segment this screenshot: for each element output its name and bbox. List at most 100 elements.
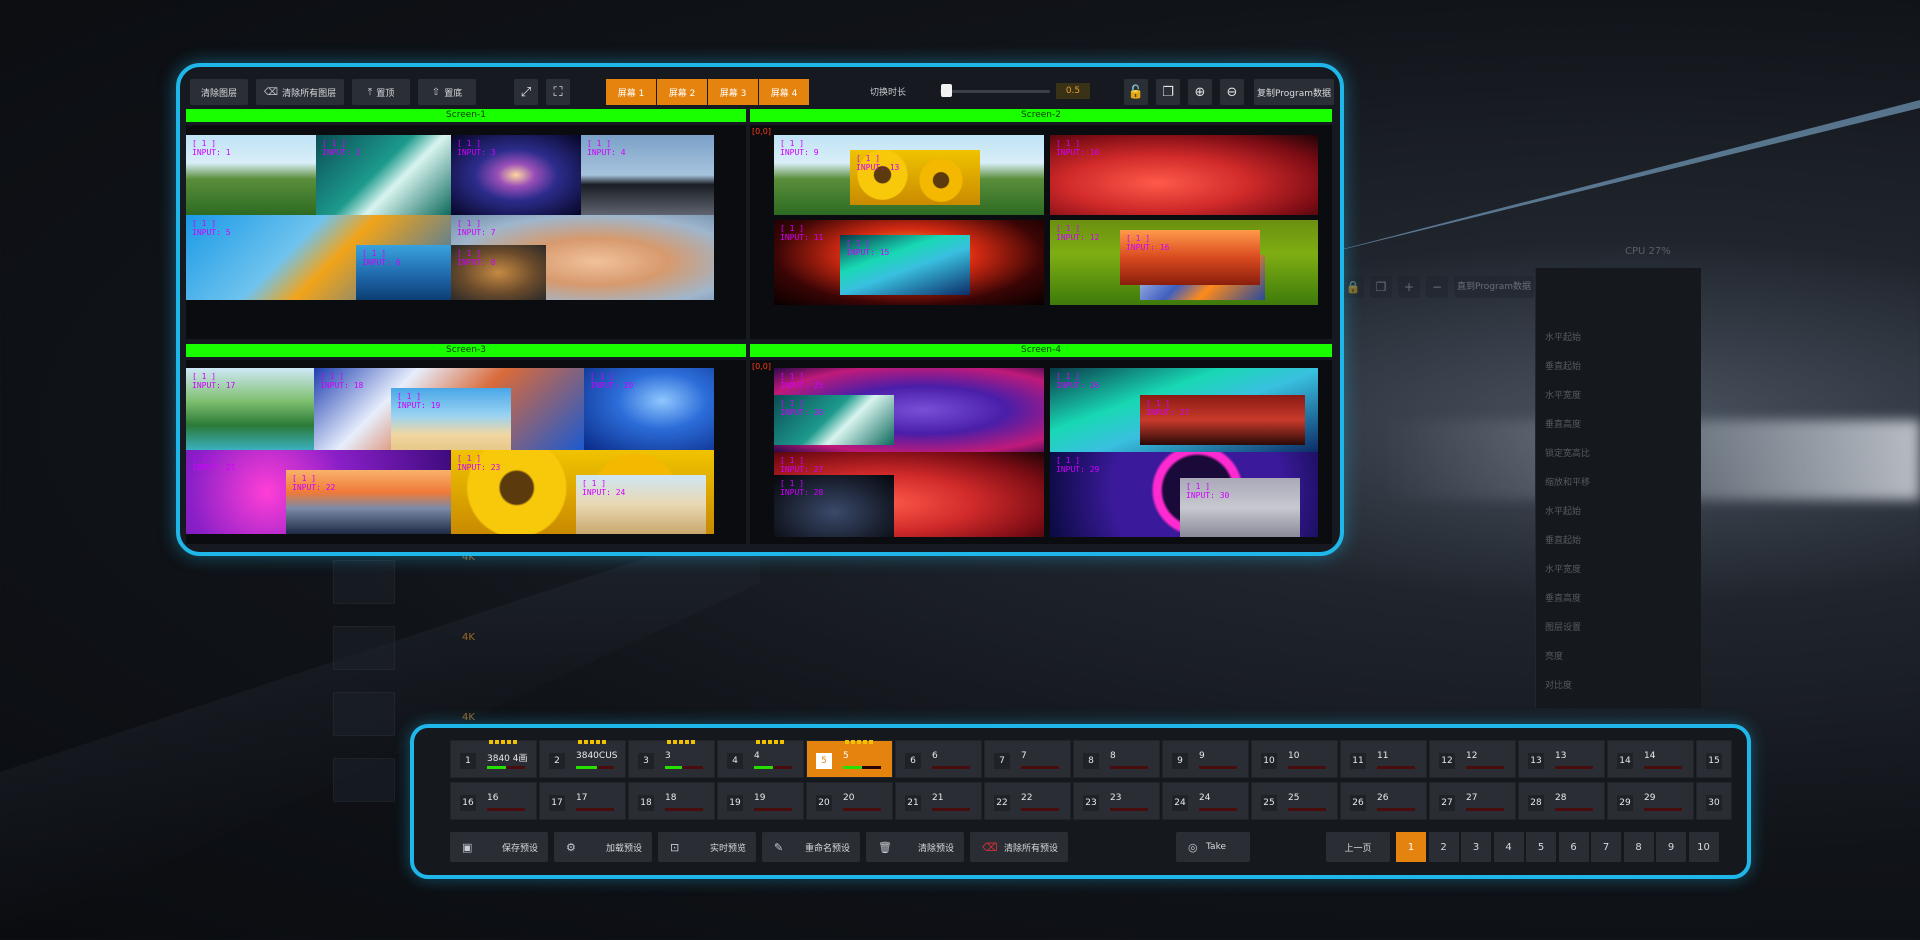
page-7-button[interactable]: 7 (1591, 832, 1621, 862)
page-2-button[interactable]: 2 (1428, 832, 1459, 862)
take-button[interactable]: ◎ Take (1176, 832, 1250, 862)
preset-cell[interactable]: 66 (895, 740, 982, 778)
input-layer[interactable]: [ 1 ] INPUT: 2 (316, 135, 451, 215)
preset-cell[interactable]: 29 29 (1607, 782, 1694, 820)
input-layer[interactable]: [ 1 ] INPUT: 3 (451, 135, 581, 215)
send-back-button[interactable]: ⇧ 置底 (418, 79, 476, 105)
input-layer[interactable]: [ 1 ] INPUT: 15 (840, 235, 970, 295)
input-layer[interactable]: [ 1 ] INPUT: 28 (774, 475, 894, 537)
preset-cell[interactable]: 20 20 (806, 782, 893, 820)
preset-cell[interactable]: 55 (806, 740, 893, 778)
page-5-button[interactable]: 5 (1526, 832, 1556, 862)
screen-1-canvas[interactable]: [ 1 ] INPUT: 1[ 1 ] INPUT: 2[ 1 ] INPUT: 3[… (186, 125, 746, 339)
screen-1-button[interactable]: 屏幕 1 (606, 79, 656, 105)
input-layer[interactable]: [ 1 ] INPUT: 17 (186, 368, 316, 450)
input-layer[interactable]: [ 1 ] INPUT: 4 (581, 135, 714, 215)
input-layer[interactable]: [ 1 ] INPUT: 8 (451, 245, 546, 300)
preset-cell[interactable]: 25 25 (1251, 782, 1338, 820)
layer-tag: [ 1 ] (780, 399, 805, 408)
preset-cell[interactable]: 19 19 (717, 782, 804, 820)
screen-2-button[interactable]: 屏幕 2 (657, 79, 707, 105)
preset-cell[interactable]: 28 28 (1518, 782, 1605, 820)
preset-cell[interactable]: 27 27 (1429, 782, 1516, 820)
preset-cell[interactable]: 30 (1696, 782, 1732, 820)
load-preset-button[interactable]: ⚙ 加载预设 (554, 832, 652, 862)
switch-duration-slider[interactable] (940, 90, 1050, 93)
prev-page-button[interactable]: 上一页 (1326, 832, 1390, 862)
preset-cell[interactable]: 23 23 (1073, 782, 1160, 820)
preset-cell[interactable]: 77 (984, 740, 1071, 778)
page-10-button[interactable]: 10 (1688, 832, 1719, 862)
preset-cell[interactable]: 16 16 (450, 782, 537, 820)
input-layer[interactable]: [ 1 ] INPUT: 22 (286, 470, 456, 534)
preset-cell[interactable]: 15 (1696, 740, 1732, 778)
preset-name: 4 (754, 751, 760, 761)
input-layer[interactable]: [ 1 ] INPUT: 10 (1050, 135, 1318, 215)
preset-number: 14 (1617, 753, 1633, 769)
lock-icon[interactable]: 🔓 (1124, 79, 1148, 105)
preset-cell[interactable]: 2 3840CUS (539, 740, 626, 778)
preset-cell[interactable]: 33 (628, 740, 715, 778)
fit-icon[interactable]: ⤢ (514, 79, 538, 105)
preset-cell[interactable]: 17 17 (539, 782, 626, 820)
page-6-button[interactable]: 6 (1558, 832, 1589, 862)
layer-label: [ 1 ] INPUT: 23 (457, 454, 500, 472)
preset-number: 2 (549, 753, 565, 769)
input-layer[interactable]: [ 1 ] INPUT: 27 (1140, 395, 1305, 445)
bring-front-button[interactable]: ⤒ 置顶 (352, 79, 410, 105)
live-preview-button[interactable]: ⊡ 实时预览 (658, 832, 756, 862)
clear-layers-button[interactable]: 清除图层 (190, 79, 248, 105)
preset-cell[interactable]: 13 13 (1518, 740, 1605, 778)
preset-cell[interactable]: 44 (717, 740, 804, 778)
preset-cell[interactable]: 18 18 (628, 782, 715, 820)
rename-preset-button[interactable]: ✎ 重命名预设 (762, 832, 860, 862)
page-8-button[interactable]: 8 (1623, 832, 1654, 862)
fullscreen-icon[interactable]: ⛶ (546, 79, 570, 105)
preset-cell[interactable]: 1 3840 4画 (450, 740, 537, 778)
page-4-button[interactable]: 4 (1493, 832, 1524, 862)
page-1-button[interactable]: 1 (1396, 832, 1426, 862)
preset-cell[interactable]: 22 22 (984, 782, 1071, 820)
input-layer[interactable]: [ 1 ] INPUT: 30 (1180, 478, 1300, 537)
take-label: Take (1206, 842, 1226, 852)
layer-tag: [ 1 ] (780, 479, 805, 488)
preset-cell[interactable]: 88 (1073, 740, 1160, 778)
preset-cell[interactable]: 14 14 (1607, 740, 1694, 778)
screen-3-canvas[interactable]: [ 1 ] INPUT: 17[ 1 ] INPUT: 18[ 1 ] INPUT: … (186, 360, 746, 544)
preset-cell[interactable]: 21 21 (895, 782, 982, 820)
screen-2-canvas[interactable]: [0,0][ 1 ] INPUT: 9[ 1 ] INPUT: 13[ 1 ] INP… (750, 125, 1332, 339)
layer-tag: [ 1 ] (457, 219, 482, 228)
preset-number: 5 (816, 753, 832, 769)
input-layer[interactable]: [ 1 ] INPUT: 16 (1120, 230, 1260, 285)
zoom-in-icon[interactable]: ⊕ (1188, 79, 1212, 105)
input-layer[interactable]: [ 1 ] INPUT: 19 (391, 388, 511, 450)
preset-cell[interactable]: 11 11 (1340, 740, 1427, 778)
preset-cell[interactable]: 24 24 (1162, 782, 1249, 820)
preset-cell[interactable]: 10 10 (1251, 740, 1338, 778)
input-layer[interactable]: [ 1 ] INPUT: 13 (850, 150, 980, 205)
preset-cell[interactable]: 26 26 (1340, 782, 1427, 820)
preset-cell[interactable]: 12 12 (1429, 740, 1516, 778)
input-layer[interactable]: [ 1 ] INPUT: 26 (774, 395, 894, 445)
layer-tag: [ 1 ] (780, 372, 805, 381)
copy-icon[interactable]: ❐ (1156, 79, 1180, 105)
switch-duration-value[interactable]: 0.5 (1056, 83, 1090, 99)
input-layer[interactable]: [ 1 ] INPUT: 24 (576, 475, 706, 534)
screen-3-button[interactable]: 屏幕 3 (708, 79, 758, 105)
page-9-button[interactable]: 9 (1656, 832, 1686, 862)
clear-all-presets-button[interactable]: ⌫ 清除所有预设 (970, 832, 1068, 862)
copy-program-button[interactable]: 复制Program数据 (1254, 79, 1334, 105)
screen-4-canvas[interactable]: [0,0][ 1 ] INPUT: 25[ 1 ] INPUT: 26[ 1 ] IN… (750, 360, 1332, 544)
clear-preset-button[interactable]: 🗑 清除预设 (866, 832, 964, 862)
input-layer[interactable]: [ 1 ] INPUT: 6 (356, 245, 456, 300)
input-layer[interactable]: [ 1 ] INPUT: 20 (584, 368, 714, 450)
clear-all-layers-button[interactable]: ⌫ 清除所有图层 (256, 79, 344, 105)
slider-handle[interactable] (941, 84, 953, 97)
preset-cell[interactable]: 99 (1162, 740, 1249, 778)
page-3-button[interactable]: 3 (1461, 832, 1491, 862)
zoom-out-icon[interactable]: ⊖ (1220, 79, 1244, 105)
input-layer[interactable]: [ 1 ] INPUT: 1 (186, 135, 316, 215)
screen-4-button[interactable]: 屏幕 4 (759, 79, 809, 105)
preset-number: 23 (1083, 795, 1099, 811)
save-preset-button[interactable]: ▣ 保存预设 (450, 832, 548, 862)
